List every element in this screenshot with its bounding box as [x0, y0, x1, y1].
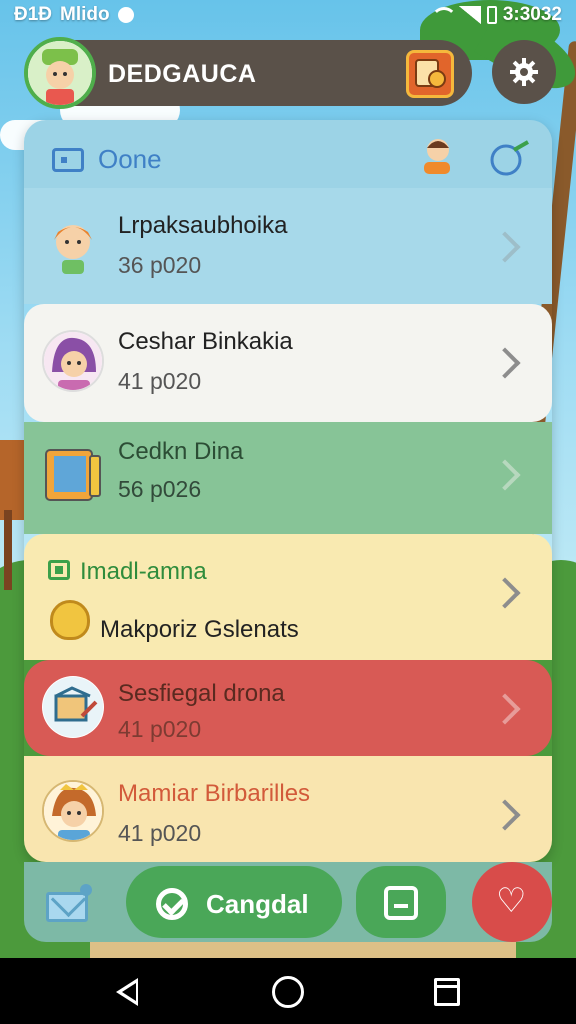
avatar[interactable]: [24, 37, 96, 109]
chevron-right-icon: [489, 231, 521, 263]
favorite-button[interactable]: ♡: [472, 862, 552, 942]
section-header: Oone: [24, 120, 552, 188]
settings-button[interactable]: [492, 40, 556, 104]
status-clock: 3:3032: [502, 4, 562, 25]
mail-button[interactable]: [46, 882, 92, 922]
hive-icon: [50, 600, 90, 640]
chevron-right-icon: [489, 577, 521, 609]
wifi-icon: [429, 7, 457, 23]
heart-icon: ♡: [496, 882, 527, 920]
item-subtitle: 41 p020: [118, 716, 202, 742]
hut-leg: [4, 510, 12, 590]
page-title: DEDGAUCA: [108, 60, 257, 88]
chevron-right-icon: [489, 799, 521, 831]
note-icon: [384, 886, 418, 920]
item-title: Lrpaksаubhoika: [118, 212, 288, 239]
chevron-right-icon: [489, 693, 521, 725]
package-icon: [42, 676, 104, 738]
notification-dot: [80, 884, 92, 896]
recent-apps-icon[interactable]: [434, 978, 460, 1006]
signal-icon: [458, 6, 481, 24]
tag-icon: [48, 560, 70, 580]
list-item[interactable]: Mamiar Birbarilles 41 p020: [24, 756, 552, 862]
mail-icon: [46, 892, 88, 922]
section-title: Oone: [98, 144, 162, 174]
gear-icon: [510, 58, 538, 86]
game-card-icon: [415, 59, 446, 88]
confirm-label: Cangdal: [206, 889, 309, 919]
girl-avatar-icon: [42, 780, 104, 842]
back-icon[interactable]: [116, 978, 138, 1006]
list-item-selected[interactable]: Sesfiegal drona 41 p020: [24, 660, 552, 756]
system-nav-bar: [0, 958, 576, 1024]
item-tag: Imadl-amna: [80, 558, 207, 585]
check-icon: [156, 888, 188, 920]
item-title: Mamiar Birbarilles: [118, 780, 311, 807]
item-title: Makporiz Gslenats: [100, 616, 299, 643]
item-subtitle: 56 p026: [118, 476, 202, 502]
list-item[interactable]: Imadl-amna Makporiz Gslenats: [24, 534, 552, 660]
status-carrier: Mlido: [60, 4, 110, 25]
chevron-right-icon: [489, 459, 521, 491]
woman-avatar-icon: [42, 330, 104, 392]
status-bar: Ð1Ð Mlido 3:3032: [0, 0, 576, 30]
action-bar: Cangdal ♡: [24, 862, 552, 942]
item-subtitle: 41 p020: [118, 820, 202, 846]
list-panel: Oone Lrpaksаubhoika 36 p020 Ceshar Binka…: [24, 120, 552, 862]
list-item[interactable]: Lrpaksаubhoika 36 p020: [24, 188, 552, 304]
chevron-right-icon: [489, 347, 521, 379]
note-button[interactable]: [356, 866, 446, 938]
list-item[interactable]: Cedkn Dina 56 p026: [24, 422, 552, 534]
status-prefix: Ð1Ð: [14, 4, 53, 25]
confirm-button[interactable]: Cangdal: [126, 866, 342, 938]
notification-icon: [117, 7, 134, 23]
bubble-icon[interactable]: [486, 138, 532, 178]
ticket-icon: [52, 148, 84, 172]
item-subtitle: 36 p020: [118, 252, 202, 278]
item-title: Sesfiegal drona: [118, 680, 285, 707]
battery-icon: [486, 6, 497, 24]
item-title: Ceshar Binkakia: [118, 328, 293, 355]
item-subtitle: 41 p020: [118, 368, 202, 394]
tablet-icon: [42, 444, 104, 506]
item-title: Cedkn Dina: [118, 438, 244, 465]
girl-avatar-icon: [42, 214, 104, 276]
home-icon[interactable]: [272, 976, 304, 1008]
list-item[interactable]: Ceshar Binkakia 41 p020: [24, 304, 552, 422]
character-icon: [424, 139, 450, 174]
player-avatar-icon: [28, 41, 92, 105]
game-card-button[interactable]: [406, 50, 454, 98]
